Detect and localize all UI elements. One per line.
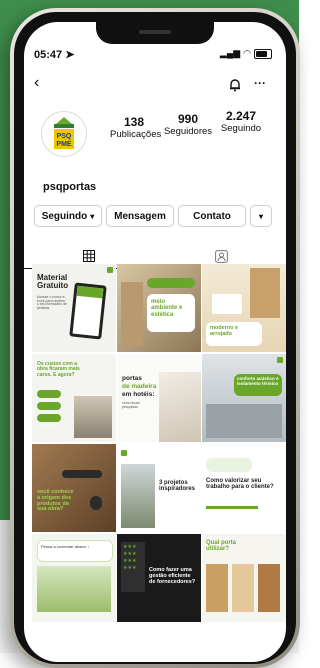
divider-line bbox=[206, 506, 258, 509]
post-title: Pensa a comentar abaixo ↓ bbox=[41, 544, 90, 549]
phone-frame: 05:47 ➤ ▂▄▆ ◠ ‹ ··· PSQ PME 138 Publicaç… bbox=[10, 8, 300, 668]
grid-icon bbox=[83, 250, 95, 262]
speaker-grille bbox=[139, 30, 171, 34]
post-badge bbox=[121, 450, 127, 456]
phone-notch bbox=[96, 22, 214, 44]
post-tile[interactable]: meio ambiente e estética bbox=[117, 264, 201, 352]
post-title: 3 projetos inspiradores bbox=[159, 480, 196, 493]
photo-people bbox=[37, 566, 111, 612]
contact-button[interactable]: Contato bbox=[178, 205, 246, 227]
tablet-image bbox=[69, 282, 107, 340]
post-badge bbox=[107, 267, 113, 273]
bell-icon[interactable] bbox=[228, 78, 242, 92]
post-title: meio ambiente e estética bbox=[151, 299, 183, 318]
photo-worker bbox=[74, 396, 112, 438]
post-title: você conhece a origem dos produtos da su… bbox=[37, 489, 74, 513]
label-pill bbox=[147, 278, 195, 288]
psq-logo: PSQ PME bbox=[54, 117, 74, 149]
caption-card: conforto acústico e isolamento térmico bbox=[234, 374, 282, 396]
post-tile[interactable]: você conhece a origem dos produtos da su… bbox=[32, 444, 116, 532]
status-icons: ▂▄▆ ◠ bbox=[220, 48, 272, 59]
question-card: Pensa a comentar abaixo ↓ bbox=[37, 540, 113, 562]
following-button[interactable]: Seguindo ▾ bbox=[34, 205, 102, 227]
avatar[interactable]: PSQ PME bbox=[41, 111, 87, 157]
username: psqportas bbox=[43, 181, 97, 193]
post-title: portas bbox=[122, 375, 142, 382]
door-handle bbox=[62, 470, 102, 478]
posts-stat[interactable]: 138 Publicações bbox=[110, 115, 161, 140]
svg-text:PME: PME bbox=[56, 141, 72, 148]
chip: +12,98% bbox=[37, 402, 61, 416]
post-title: conforto acústico e isolamento térmico bbox=[237, 376, 279, 386]
post-title: moderno e arrojado bbox=[210, 325, 239, 337]
post-title: Os custos com a obra ficaram mais caros.… bbox=[37, 361, 80, 378]
photo-door bbox=[121, 282, 143, 346]
status-time: 05:47 ➤ bbox=[34, 49, 75, 61]
back-arrow-icon[interactable]: ‹ bbox=[34, 74, 39, 92]
photo-house bbox=[121, 464, 155, 528]
photo-bed bbox=[159, 372, 201, 442]
chevron-down-icon: ▾ bbox=[258, 211, 263, 221]
photo-room bbox=[212, 294, 242, 314]
post-title: Material Gratuito bbox=[37, 273, 69, 291]
post-tile[interactable]: portas de madeira em hotéis: como ficam … bbox=[117, 354, 201, 442]
followers-stat[interactable]: 990 Seguidores bbox=[162, 112, 214, 137]
post-tile[interactable]: moderno e arrojado bbox=[202, 264, 286, 352]
door-option bbox=[232, 564, 254, 612]
posts-grid: Material Gratuito Acesse o nosso e-book … bbox=[32, 264, 286, 662]
post-body: como ficam pesquisas bbox=[122, 401, 140, 409]
post-tile[interactable]: 3 projetos inspiradores bbox=[117, 444, 201, 532]
door-option bbox=[206, 564, 228, 612]
post-title: em hotéis: bbox=[122, 391, 155, 398]
post-tile[interactable]: Os custos com a obra ficaram mais caros.… bbox=[32, 354, 116, 442]
message-button[interactable]: Mensagem bbox=[106, 205, 174, 227]
door-lock bbox=[90, 496, 102, 510]
signal-bars-icon: ▂▄▆ bbox=[219, 48, 241, 58]
chip: +9,28% bbox=[37, 390, 61, 404]
post-tile[interactable]: Material Gratuito Acesse o nosso e-book … bbox=[32, 264, 116, 352]
svg-text:PSQ: PSQ bbox=[57, 133, 72, 140]
post-tile[interactable]: Como valorizar seu trabalho para o clien… bbox=[202, 444, 286, 532]
phone-screen: 05:47 ➤ ▂▄▆ ◠ ‹ ··· PSQ PME 138 Publicaç… bbox=[24, 22, 286, 662]
post-tile[interactable]: ★★★ ★★★ ★★★ ★★★ Como fazer uma gestão efici… bbox=[117, 534, 201, 622]
caption-card: meio ambiente e estética bbox=[147, 294, 195, 332]
post-body: Acesse o nosso e-book para receber o seu… bbox=[37, 295, 67, 311]
post-tile[interactable]: conforto acústico e isolamento térmico bbox=[202, 354, 286, 442]
following-stat[interactable]: 2.247 Seguindo bbox=[217, 109, 265, 134]
chip: +6,55% bbox=[37, 414, 61, 428]
post-title: Como fazer uma gestão eficiente de forne… bbox=[149, 567, 196, 585]
more-dots-icon[interactable]: ··· bbox=[254, 76, 266, 90]
location-arrow-icon: ➤ bbox=[65, 49, 75, 61]
battery-icon bbox=[254, 48, 272, 59]
caption-card: moderno e arrojado bbox=[206, 322, 262, 346]
more-options-button[interactable]: ▾ bbox=[250, 205, 272, 227]
tagged-user-icon bbox=[214, 249, 228, 263]
door-option bbox=[258, 564, 280, 612]
post-title: de madeira bbox=[122, 383, 157, 390]
chevron-down-icon: ▾ bbox=[90, 211, 95, 221]
photo-office bbox=[206, 404, 282, 438]
post-tile[interactable]: Pensa a comentar abaixo ↓ bbox=[32, 534, 116, 622]
chart-card bbox=[206, 458, 252, 472]
wifi-icon: ◠ bbox=[243, 48, 251, 58]
photo-door bbox=[250, 268, 280, 318]
post-title: Como valorizar seu trabalho para o clien… bbox=[206, 478, 274, 491]
post-tile[interactable]: Qual porta utilizar? bbox=[202, 534, 286, 622]
post-badge bbox=[277, 357, 283, 363]
checklist-panel: ★★★ ★★★ ★★★ ★★★ bbox=[121, 542, 145, 592]
post-title: Qual porta utilizar? bbox=[206, 540, 237, 553]
